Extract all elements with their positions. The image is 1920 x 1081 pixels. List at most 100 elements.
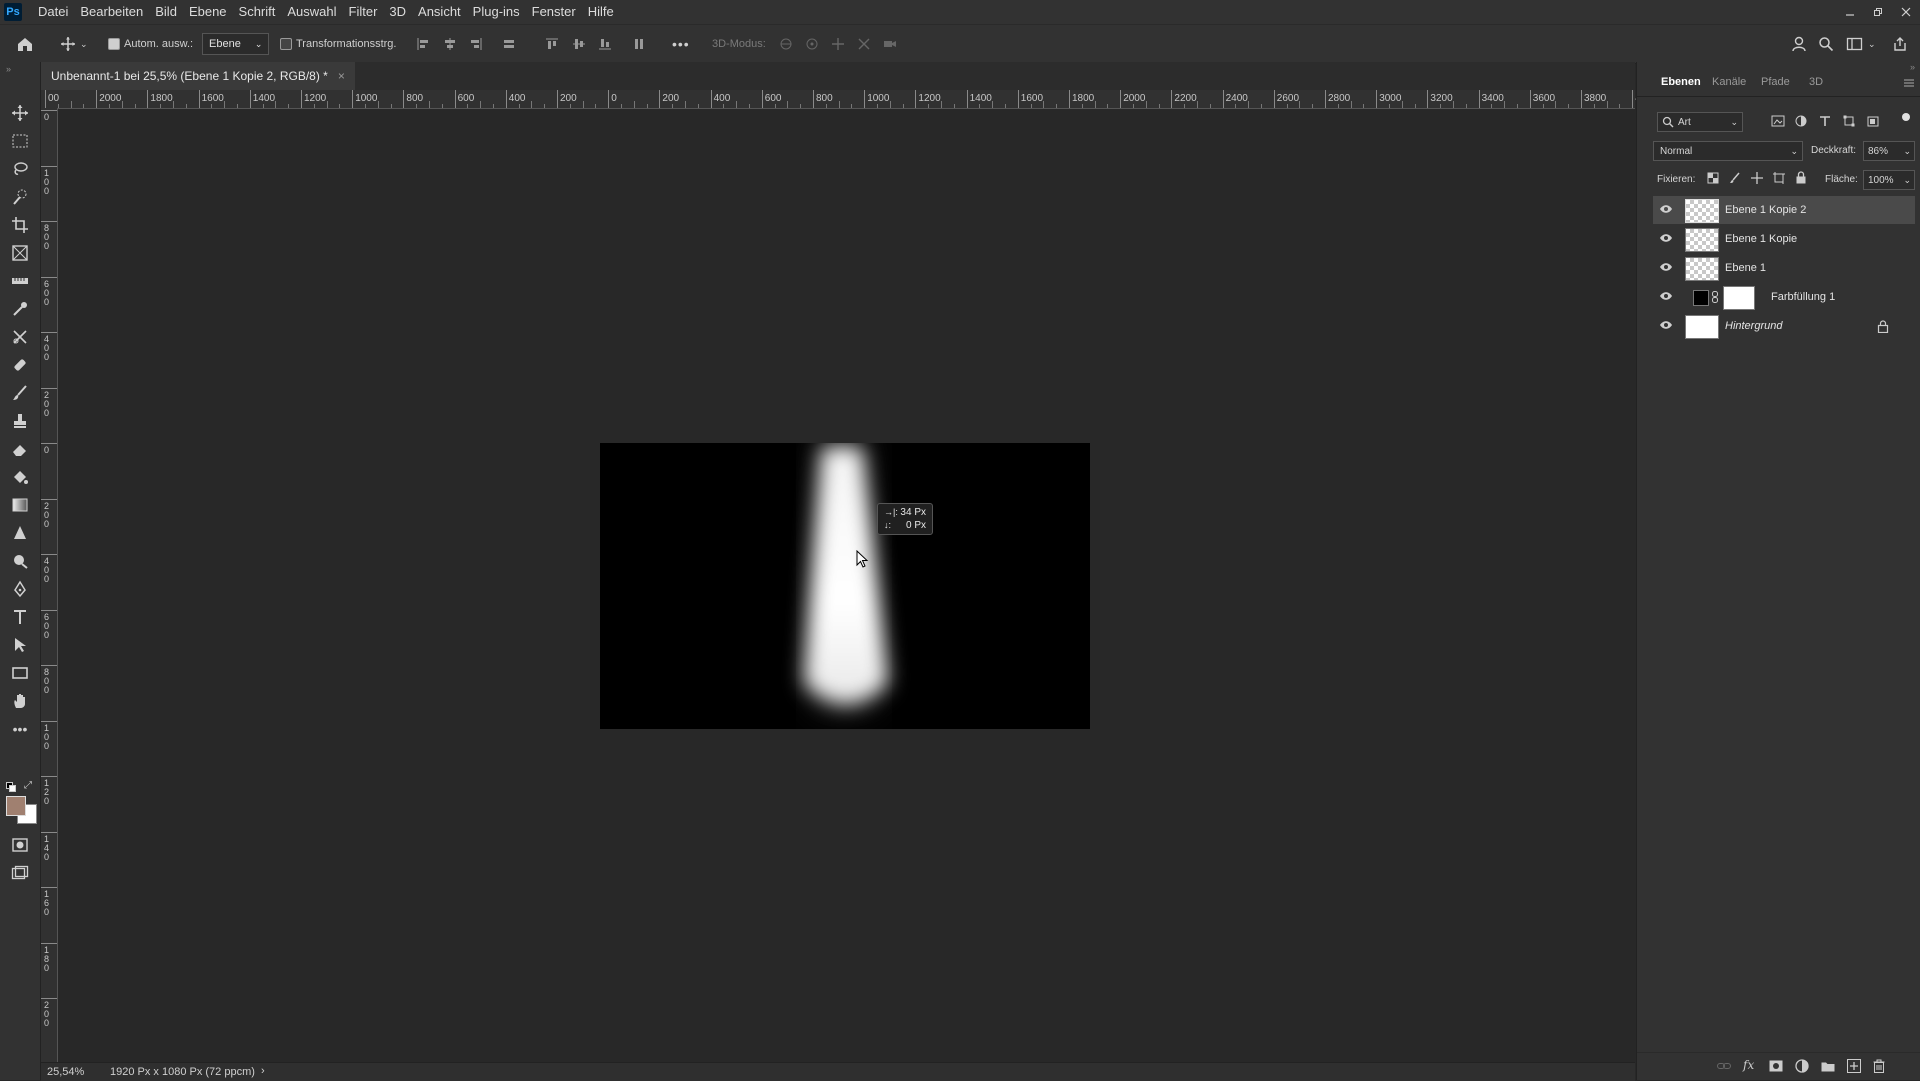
align-top-icon[interactable] [545, 25, 559, 63]
layer-row-ebene-1-kopie[interactable]: Ebene 1 Kopie [1653, 225, 1915, 253]
layer-row-ebene-1-kopie-2[interactable]: Ebene 1 Kopie 2 [1653, 196, 1915, 224]
visibility-eye-icon[interactable] [1659, 320, 1673, 330]
layer-filter-dropdown[interactable]: Art ⌄ [1657, 112, 1743, 132]
menu-ebene[interactable]: Ebene [183, 0, 233, 24]
align-bottom-icon[interactable] [598, 25, 612, 63]
share-icon[interactable] [1892, 25, 1908, 63]
default-colors-icon[interactable] [6, 782, 16, 792]
ruler-tool-icon[interactable] [8, 270, 32, 292]
crop-tool-icon[interactable] [8, 214, 32, 236]
search-icon[interactable] [1818, 25, 1834, 63]
content-aware-move-icon[interactable] [8, 326, 32, 348]
collapse-icon[interactable]: » [6, 64, 11, 74]
3d-orbit-icon[interactable] [778, 25, 794, 63]
gradient-tool-icon[interactable] [8, 494, 32, 516]
auto-select-target-dropdown[interactable]: Ebene ⌄ [202, 33, 270, 55]
restore-icon[interactable] [1864, 0, 1892, 24]
align-center-h-icon[interactable] [443, 25, 457, 63]
lock-brush-icon[interactable] [1729, 172, 1741, 184]
menu-3d[interactable]: 3D [383, 0, 412, 24]
fill-color-swatch[interactable] [1693, 290, 1709, 306]
transform-controls-checkbox[interactable]: Transformationsstrg. [280, 25, 396, 63]
filter-type-icon[interactable] [1819, 115, 1831, 127]
quick-selection-tool-icon[interactable] [8, 186, 32, 208]
brush-tool-icon[interactable] [8, 382, 32, 404]
clone-stamp-tool-icon[interactable] [8, 410, 32, 432]
path-selection-tool-icon[interactable] [8, 634, 32, 656]
filter-pixel-icon[interactable] [1771, 115, 1785, 127]
visibility-eye-icon[interactable] [1659, 262, 1673, 272]
layer-mask-thumbnail[interactable] [1723, 286, 1755, 310]
quick-mask-icon[interactable] [8, 834, 32, 856]
lock-artboard-icon[interactable] [1773, 172, 1785, 184]
3d-roll-icon[interactable] [804, 25, 820, 63]
document-tab[interactable]: Unbenannt-1 bei 25,5% (Ebene 1 Kopie 2, … [41, 62, 355, 90]
marquee-tool-icon[interactable] [8, 130, 32, 152]
zoom-level[interactable]: 25,54% [47, 1066, 84, 1078]
lock-transparent-icon[interactable] [1707, 172, 1719, 184]
lasso-tool-icon[interactable] [8, 158, 32, 180]
minimize-icon[interactable] [1836, 0, 1864, 24]
lock-all-icon[interactable] [1795, 171, 1807, 184]
menu-datei[interactable]: Datei [32, 0, 74, 24]
fill-input[interactable]: 100% ⌄ [1863, 170, 1915, 190]
tab-pfade[interactable]: Pfade [1761, 76, 1790, 88]
menu-plugins[interactable]: Plug-ins [467, 0, 526, 24]
align-right-icon[interactable] [469, 25, 483, 63]
layer-row-hintergrund[interactable]: Hintergrund [1653, 312, 1915, 340]
layer-row-ebene-1[interactable]: Ebene 1 [1653, 254, 1915, 282]
menu-bild[interactable]: Bild [149, 0, 183, 24]
frame-tool-icon[interactable] [8, 242, 32, 264]
status-expand-icon[interactable]: › [261, 1065, 265, 1077]
opacity-input[interactable]: 86% ⌄ [1863, 141, 1915, 161]
sharpen-tool-icon[interactable] [8, 522, 32, 544]
close-window-icon[interactable] [1892, 0, 1920, 24]
visibility-eye-icon[interactable] [1659, 233, 1673, 243]
eraser-tool-icon[interactable] [8, 438, 32, 460]
filter-adjustment-icon[interactable] [1795, 115, 1807, 127]
layer-row-farbfuellung-1[interactable]: Farbfüllung 1 [1653, 283, 1915, 311]
visibility-eye-icon[interactable] [1659, 291, 1673, 301]
screen-mode-icon[interactable] [8, 862, 32, 884]
menu-filter[interactable]: Filter [343, 0, 384, 24]
distribute-v-icon[interactable] [632, 25, 646, 63]
3d-slide-icon[interactable] [856, 25, 872, 63]
3d-pan-icon[interactable] [830, 25, 846, 63]
menu-ansicht[interactable]: Ansicht [412, 0, 467, 24]
filter-toggle-icon[interactable] [1902, 113, 1910, 121]
3d-camera-icon[interactable] [882, 25, 898, 63]
panel-menu-icon[interactable] [1903, 78, 1915, 88]
rectangle-tool-icon[interactable] [8, 662, 32, 684]
menu-fenster[interactable]: Fenster [526, 0, 582, 24]
more-options-button[interactable]: ••• [672, 25, 690, 63]
close-tab-icon[interactable]: × [338, 69, 345, 83]
swap-colors-icon[interactable]: ⤢ [24, 780, 32, 791]
paint-bucket-tool-icon[interactable] [8, 466, 32, 488]
delete-layer-icon[interactable] [1873, 1059, 1885, 1073]
menu-auswahl[interactable]: Auswahl [281, 0, 342, 24]
visibility-eye-icon[interactable] [1659, 204, 1673, 214]
pen-tool-icon[interactable] [8, 578, 32, 600]
eyedropper-tool-icon[interactable] [8, 298, 32, 320]
tab-ebenen[interactable]: Ebenen [1661, 76, 1701, 88]
more-tools-icon[interactable]: ••• [8, 718, 32, 740]
dodge-tool-icon[interactable] [8, 550, 32, 572]
move-tool-preset[interactable]: ⌄ [60, 25, 88, 63]
type-tool-icon[interactable] [8, 606, 32, 628]
document-canvas[interactable] [600, 443, 1090, 729]
lock-position-icon[interactable] [1751, 172, 1763, 184]
menu-hilfe[interactable]: Hilfe [582, 0, 620, 24]
link-icon[interactable] [1711, 291, 1719, 303]
foreground-color-swatch[interactable] [6, 796, 26, 816]
distribute-icon[interactable] [502, 25, 516, 63]
align-left-icon[interactable] [416, 25, 430, 63]
auto-select-checkbox[interactable]: Autom. ausw.: [108, 25, 193, 63]
link-layers-icon[interactable] [1717, 1061, 1731, 1071]
filter-smart-object-icon[interactable] [1867, 115, 1879, 127]
new-adjustment-layer-icon[interactable] [1795, 1059, 1809, 1073]
learn-icon[interactable] [1790, 25, 1808, 63]
new-group-icon[interactable] [1821, 1060, 1835, 1072]
fx-icon[interactable]: fx [1743, 1058, 1754, 1072]
align-middle-v-icon[interactable] [572, 25, 586, 63]
tab-3d[interactable]: 3D [1809, 76, 1823, 88]
